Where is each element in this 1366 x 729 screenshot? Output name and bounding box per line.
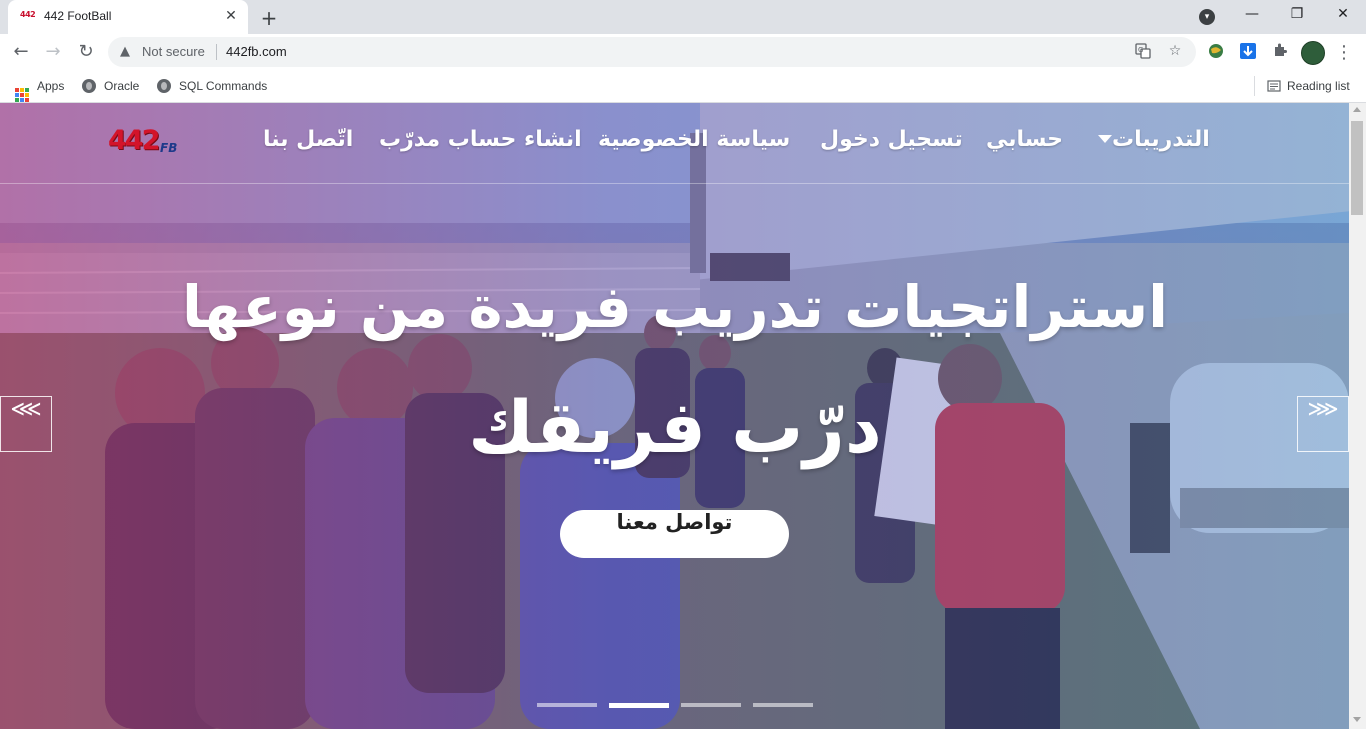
bookmark-label: Apps bbox=[37, 79, 65, 93]
svg-text:G: G bbox=[1138, 46, 1143, 54]
reading-list-button[interactable]: Reading list bbox=[1267, 77, 1350, 95]
carousel-indicator-active[interactable] bbox=[609, 703, 669, 708]
puzzle-icon[interactable] bbox=[1270, 42, 1290, 62]
tab-close-icon[interactable]: ✕ bbox=[222, 8, 240, 26]
globe-icon bbox=[157, 79, 171, 93]
security-status[interactable]: Not secure bbox=[142, 44, 205, 59]
carousel-prev-arrow-icon[interactable]: ⋘ bbox=[0, 396, 52, 452]
url-divider bbox=[216, 44, 217, 60]
logo-number: 442 bbox=[108, 125, 160, 156]
tab-strip: 442 442 FootBall ✕ + ▾ — ❐ ✕ bbox=[0, 0, 1366, 34]
nav-label: التدريبات bbox=[1112, 127, 1210, 152]
carousel-indicators bbox=[537, 703, 817, 709]
scroll-down-arrow-icon[interactable] bbox=[1353, 717, 1361, 722]
reload-button[interactable]: ↻ bbox=[75, 41, 97, 63]
browser-toolbar: ← → ↻ ▲ Not secure 442fb.com G ☆ ⋮ bbox=[0, 34, 1366, 70]
minimize-button[interactable]: — bbox=[1241, 6, 1263, 28]
nav-privacy-policy[interactable]: سياسة الخصوصية bbox=[598, 127, 790, 152]
nav-contact-us[interactable]: اتّصل بنا bbox=[263, 127, 353, 152]
extension-globe-icon[interactable] bbox=[1206, 42, 1226, 62]
page-viewport: 442 FB التدريبات حسابي تسجيل دخول سياسة … bbox=[0, 103, 1366, 729]
carousel-indicator[interactable] bbox=[537, 703, 597, 707]
carousel-next-arrow-icon[interactable]: ⋙ bbox=[1297, 396, 1349, 452]
hero-carousel: 442 FB التدريبات حسابي تسجيل دخول سياسة … bbox=[0, 103, 1349, 729]
back-button[interactable]: ← bbox=[10, 41, 32, 63]
apps-grid-icon bbox=[15, 88, 29, 102]
nav-my-account[interactable]: حسابي bbox=[986, 127, 1063, 152]
profile-avatar[interactable] bbox=[1301, 41, 1325, 65]
site-favicon-icon: 442 bbox=[20, 10, 36, 19]
bookmark-sql-commands[interactable]: SQL Commands bbox=[157, 77, 267, 95]
nav-login[interactable]: تسجيل دخول bbox=[820, 127, 963, 152]
tab-search-icon[interactable]: ▾ bbox=[1199, 9, 1215, 25]
nav-trainings-dropdown[interactable]: التدريبات bbox=[1094, 127, 1210, 152]
bookmark-star-icon[interactable]: ☆ bbox=[1166, 43, 1184, 61]
warning-icon[interactable]: ▲ bbox=[120, 44, 130, 59]
site-navbar: 442 FB التدريبات حسابي تسجيل دخول سياسة … bbox=[0, 103, 1349, 184]
site-logo[interactable]: 442 FB bbox=[108, 125, 190, 161]
address-bar[interactable]: ▲ Not secure 442fb.com G ☆ bbox=[108, 37, 1196, 67]
tab-442-football[interactable]: 442 442 FootBall ✕ bbox=[8, 0, 248, 34]
globe-icon bbox=[82, 79, 96, 93]
bookmark-apps[interactable]: Apps bbox=[15, 77, 65, 102]
contact-us-button[interactable]: تواصل معنا bbox=[560, 510, 789, 558]
close-window-button[interactable]: ✕ bbox=[1332, 6, 1354, 28]
menu-icon[interactable]: ⋮ bbox=[1334, 42, 1354, 63]
bookmarks-bar: Apps Oracle SQL Commands Reading list bbox=[0, 70, 1366, 103]
bookmarks-divider bbox=[1254, 76, 1255, 96]
bookmark-label: Oracle bbox=[104, 79, 140, 93]
reading-list-icon bbox=[1267, 80, 1281, 92]
carousel-indicator[interactable] bbox=[681, 703, 741, 707]
bookmark-label: SQL Commands bbox=[179, 79, 268, 93]
translate-icon[interactable]: G bbox=[1134, 43, 1152, 61]
logo-suffix: FB bbox=[160, 141, 178, 155]
hero-subtitle: درّب فريقك bbox=[468, 385, 882, 469]
tab-title: 442 FootBall bbox=[44, 9, 112, 23]
bookmark-oracle[interactable]: Oracle bbox=[82, 77, 139, 95]
nav-create-coach-account[interactable]: انشاء حساب مدرّب bbox=[379, 127, 582, 152]
scrollbar-thumb[interactable] bbox=[1351, 121, 1363, 215]
forward-button[interactable]: → bbox=[42, 41, 64, 63]
page-scrollbar[interactable] bbox=[1349, 103, 1366, 729]
new-tab-button[interactable]: + bbox=[258, 6, 280, 30]
scroll-up-arrow-icon[interactable] bbox=[1353, 107, 1361, 112]
restore-button[interactable]: ❐ bbox=[1286, 6, 1308, 28]
url-text[interactable]: 442fb.com bbox=[226, 44, 287, 59]
carousel-indicator[interactable] bbox=[753, 703, 813, 707]
reading-list-label: Reading list bbox=[1287, 79, 1350, 93]
hero-title: استراتجيات تدريب فريدة من نوعها bbox=[182, 273, 1168, 341]
download-extension-icon[interactable] bbox=[1238, 42, 1258, 62]
caret-down-icon bbox=[1098, 135, 1112, 143]
